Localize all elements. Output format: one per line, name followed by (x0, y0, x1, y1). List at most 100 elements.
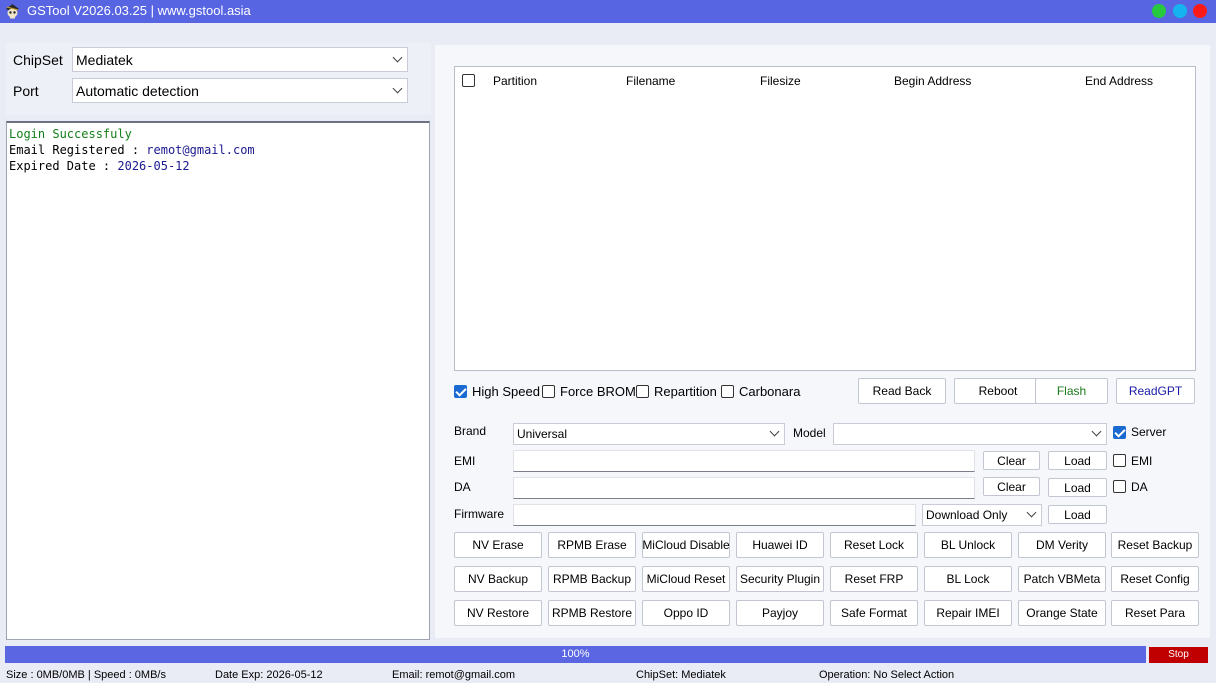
emi-label: EMI (454, 454, 476, 468)
log-line-email: Email Registered : remot@gmail.com (9, 142, 427, 158)
da-checkbox[interactable] (1113, 480, 1126, 493)
bl-lock-button[interactable]: BL Lock (924, 566, 1012, 592)
status-size-speed: Size : 0MB/0MB | Speed : 0MB/s (6, 669, 166, 681)
status-email: Email: remot@gmail.com (392, 669, 516, 681)
column-header-partition[interactable]: Partition (493, 74, 537, 88)
brand-value: Universal (517, 427, 568, 441)
select-all-checkbox[interactable] (462, 74, 475, 87)
nv-erase-button[interactable]: NV Erase (454, 532, 542, 558)
firmware-input[interactable] (513, 504, 916, 526)
emi-clear-button[interactable]: Clear (983, 451, 1040, 470)
brand-select[interactable]: Universal (513, 423, 785, 445)
da-input[interactable] (513, 477, 975, 499)
log-email-value: remot@gmail.com (146, 143, 255, 157)
read-back-button[interactable]: Read Back (858, 378, 946, 404)
server-checkbox[interactable] (1113, 426, 1126, 439)
nv-restore-button[interactable]: NV Restore (454, 600, 542, 626)
server-label: Server (1131, 425, 1167, 439)
log-expired-value: 2026-05-12 (117, 159, 190, 173)
force-brom-checkbox[interactable] (542, 385, 555, 398)
status-date-exp: Date Exp: 2026-05-12 (215, 669, 323, 681)
chipset-select[interactable]: Mediatek (72, 47, 408, 72)
chipset-value: Mediatek (76, 51, 133, 68)
status-chipset: ChipSet: Mediatek (636, 669, 726, 681)
reset-para-button[interactable]: Reset Para (1111, 600, 1199, 626)
log-email-key: Email Registered : (9, 143, 147, 157)
reset-frp-button[interactable]: Reset FRP (830, 566, 918, 592)
log-output[interactable]: Login Successfuly Email Registered : rem… (6, 121, 430, 640)
orange-state-button[interactable]: Orange State (1018, 600, 1106, 626)
emi-check-label: EMI (1131, 454, 1153, 468)
stop-button[interactable]: Stop (1149, 647, 1208, 663)
carbonara-label: Carbonara (739, 384, 801, 399)
operation-panel: Partition Filename Filesize Begin Addres… (435, 45, 1210, 638)
micloud-reset-button[interactable]: MiCloud Reset (642, 566, 730, 592)
patch-vbmeta-button[interactable]: Patch VBMeta (1018, 566, 1106, 592)
oppo-id-button[interactable]: Oppo ID (642, 600, 730, 626)
port-label: Port (13, 83, 39, 99)
log-line-login: Login Successfuly (9, 127, 132, 141)
firmware-load-button[interactable]: Load (1048, 505, 1107, 524)
progress-bar: 100% (5, 646, 1146, 663)
close-button[interactable] (1193, 4, 1207, 18)
rpmb-restore-button[interactable]: RPMB Restore (548, 600, 636, 626)
chevron-down-icon (1091, 426, 1102, 437)
chevron-down-icon (392, 52, 403, 62)
firmware-mode-select[interactable]: Download Only (922, 504, 1042, 526)
high-speed-checkbox[interactable] (454, 385, 467, 398)
brand-label: Brand (454, 424, 487, 438)
chevron-down-icon (1026, 507, 1037, 518)
firmware-mode-value: Download Only (926, 508, 1008, 522)
firmware-label: Firmware (454, 507, 504, 521)
pirate-skull-icon (6, 4, 19, 19)
repartition-checkbox[interactable] (636, 385, 649, 398)
reset-backup-button[interactable]: Reset Backup (1111, 532, 1199, 558)
title-bar: GSTool V2026.03.25 | www.gstool.asia (0, 0, 1216, 23)
reset-config-button[interactable]: Reset Config (1111, 566, 1199, 592)
log-expired-key: Expired Date : (9, 159, 118, 173)
nv-backup-button[interactable]: NV Backup (454, 566, 542, 592)
chevron-down-icon (769, 426, 780, 437)
emi-input[interactable] (513, 450, 975, 472)
da-clear-button[interactable]: Clear (983, 477, 1040, 496)
payjoy-button[interactable]: Payjoy (736, 600, 824, 626)
high-speed-label: High Speed (472, 384, 540, 399)
huawei-id-button[interactable]: Huawei ID (736, 532, 824, 558)
column-header-begin-address[interactable]: Begin Address (894, 74, 971, 88)
column-header-filename[interactable]: Filename (626, 74, 675, 88)
progress-text: 100% (561, 648, 590, 660)
dm-verity-button[interactable]: DM Verity (1018, 532, 1106, 558)
reboot-button[interactable]: Reboot (954, 378, 1042, 404)
security-plugin-button[interactable]: Security Plugin (736, 566, 824, 592)
partition-table[interactable]: Partition Filename Filesize Begin Addres… (454, 66, 1196, 371)
da-check-label: DA (1131, 480, 1148, 494)
read-gpt-button[interactable]: ReadGPT (1116, 378, 1195, 404)
carbonara-checkbox[interactable] (721, 385, 734, 398)
chipset-label: ChipSet (13, 52, 63, 68)
status-operation: Operation: No Select Action (819, 669, 955, 681)
port-select[interactable]: Automatic detection (72, 78, 408, 103)
log-line-expired: Expired Date : 2026-05-12 (9, 158, 427, 174)
column-header-end-address[interactable]: End Address (1085, 74, 1153, 88)
column-header-filesize[interactable]: Filesize (760, 74, 801, 88)
repair-imei-button[interactable]: Repair IMEI (924, 600, 1012, 626)
flash-button[interactable]: Flash (1035, 378, 1108, 404)
maximize-button[interactable] (1152, 4, 1166, 18)
safe-format-button[interactable]: Safe Format (830, 600, 918, 626)
micloud-disable-button[interactable]: MiCloud Disable (642, 532, 730, 558)
emi-load-button[interactable]: Load (1048, 451, 1107, 470)
connection-panel: ChipSet Mediatek Port Automatic detectio… (6, 43, 431, 115)
window-title: GSTool V2026.03.25 | www.gstool.asia (27, 3, 251, 18)
bl-unlock-button[interactable]: BL Unlock (924, 532, 1012, 558)
reset-lock-button[interactable]: Reset Lock (830, 532, 918, 558)
chevron-down-icon (392, 83, 403, 93)
model-select[interactable] (833, 423, 1107, 445)
force-brom-label: Force BROM (560, 384, 636, 399)
rpmb-backup-button[interactable]: RPMB Backup (548, 566, 636, 592)
emi-checkbox[interactable] (1113, 454, 1126, 467)
da-load-button[interactable]: Load (1048, 478, 1107, 497)
model-label: Model (793, 426, 826, 440)
da-label: DA (454, 480, 471, 494)
rpmb-erase-button[interactable]: RPMB Erase (548, 532, 636, 558)
minimize-button[interactable] (1173, 4, 1187, 18)
